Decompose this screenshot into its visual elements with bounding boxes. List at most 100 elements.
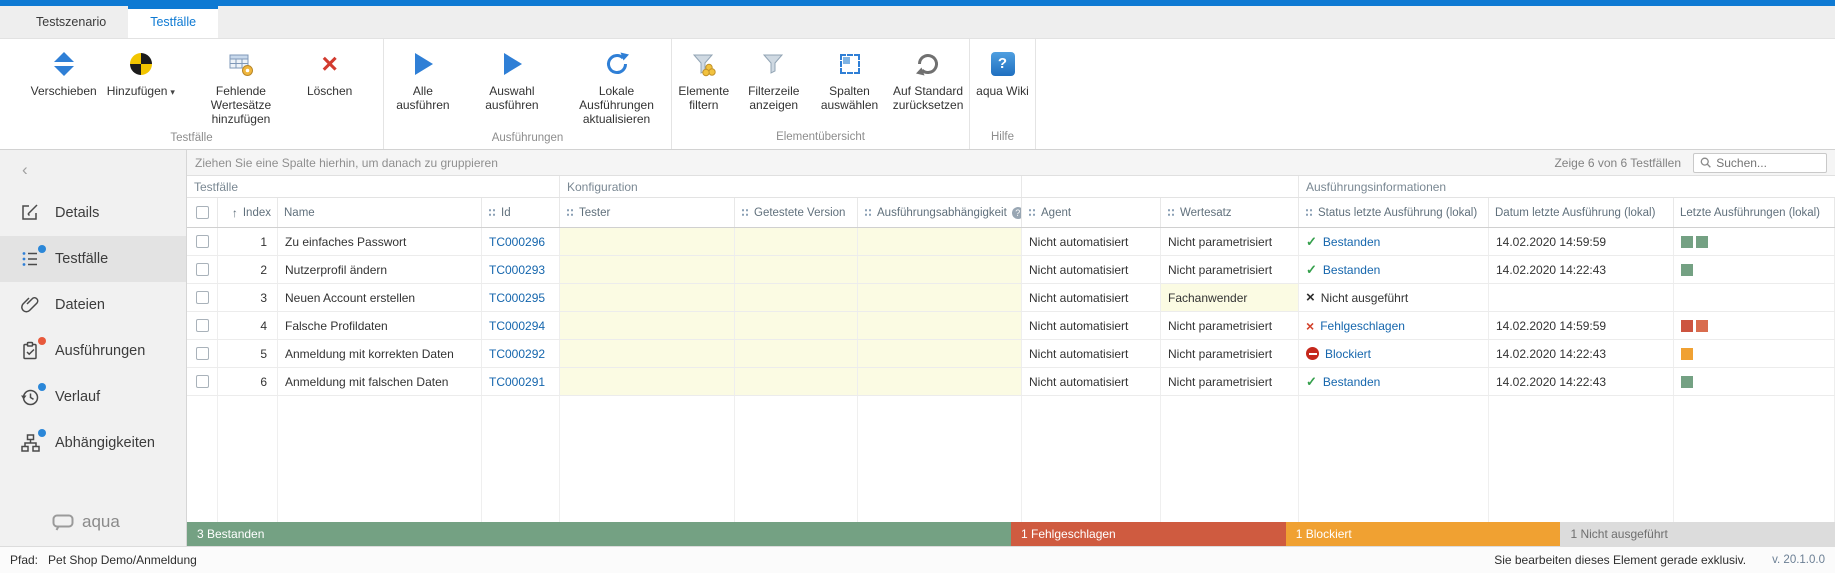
status-link[interactable]: Bestanden — [1323, 263, 1380, 277]
testcase-id-link[interactable]: TC000296 — [489, 235, 545, 249]
testcase-id-link[interactable]: TC000293 — [489, 263, 545, 277]
header-label: Agent — [1041, 207, 1071, 219]
sidebar-item-details[interactable]: Details — [0, 190, 186, 236]
status-link[interactable]: Bestanden — [1323, 235, 1380, 249]
row-checkbox[interactable] — [196, 375, 209, 388]
cell-tester[interactable] — [560, 256, 735, 283]
table-row[interactable]: 3 Neuen Account erstellen TC000295 Nicht… — [187, 284, 1835, 312]
sidebar-item-ausfuehrungen[interactable]: Ausführungen — [0, 328, 186, 374]
row-checkbox[interactable] — [196, 263, 209, 276]
header-agent[interactable]: Agent — [1022, 198, 1161, 227]
header-label: Status letzte Ausführung (lokal) — [1318, 207, 1477, 219]
search-box[interactable] — [1693, 153, 1827, 173]
header-letzte-ausfuehrungen[interactable]: Letzte Ausführungen (lokal) — [1674, 198, 1835, 227]
cell-ausfuehrungsabhaengigkeit[interactable] — [858, 340, 1022, 367]
row-checkbox[interactable] — [196, 291, 209, 304]
edit-icon — [18, 201, 42, 225]
sidebar-item-testfaelle[interactable]: Testfälle — [0, 236, 186, 282]
filter-glyph-icon — [488, 208, 496, 217]
status-bar: Pfad: Pet Shop Demo/Anmeldung Sie bearbe… — [0, 546, 1835, 573]
cell-tester[interactable] — [560, 228, 735, 255]
sidebar-item-dateien[interactable]: Dateien — [0, 282, 186, 328]
cell-tester[interactable] — [560, 312, 735, 339]
header-index[interactable]: ↑Index — [218, 198, 278, 227]
cell-id: TC000292 — [482, 340, 560, 367]
header-status-letzte-ausfuehrung[interactable]: Status letzte Ausführung (lokal) — [1299, 198, 1489, 227]
table-row[interactable]: 1 Zu einfaches Passwort TC000296 Nicht a… — [187, 228, 1835, 256]
cell-ausfuehrungsabhaengigkeit[interactable] — [858, 368, 1022, 395]
filter-row-icon — [761, 47, 786, 81]
cell-index: 6 — [218, 368, 278, 395]
search-input[interactable] — [1716, 156, 1820, 170]
tab-testszenario[interactable]: Testszenario — [14, 6, 128, 38]
run-selection-button[interactable]: Auswahl ausführen — [462, 45, 562, 115]
table-row[interactable]: 4 Falsche Profildaten TC000294 Nicht aut… — [187, 312, 1835, 340]
cell-getestete-version[interactable] — [735, 368, 858, 395]
header-ausfuehrungsabhaengigkeit[interactable]: Ausführungsabhängigkeit? — [858, 198, 1022, 227]
sidebar-item-abhaengigkeiten[interactable]: Abhängigkeiten — [0, 420, 186, 466]
row-checkbox[interactable] — [196, 347, 209, 360]
add-missing-valuesets-button[interactable]: Fehlende Wertesätze hinzufügen — [180, 45, 302, 128]
tab-testfaelle[interactable]: Testfälle — [128, 6, 218, 38]
refresh-local-executions-button[interactable]: Lokale Ausführungen aktualisieren — [562, 45, 671, 128]
cell-history — [1674, 284, 1835, 311]
cell-ausfuehrungsabhaengigkeit[interactable] — [858, 228, 1022, 255]
sidebar-collapse-button[interactable]: ‹ — [0, 150, 186, 190]
search-icon — [1700, 156, 1711, 169]
document-tab-bar: Testszenario Testfälle — [0, 6, 1835, 39]
filter-glyph-icon — [566, 208, 574, 217]
header-id[interactable]: Id — [482, 198, 560, 227]
row-checkbox[interactable] — [196, 235, 209, 248]
aqua-logo-text: aqua — [82, 512, 120, 532]
testcase-id-link[interactable]: TC000295 — [489, 291, 545, 305]
status-link[interactable]: Fehlgeschlagen — [1320, 319, 1405, 333]
header-datum-letzte-ausfuehrung[interactable]: Datum letzte Ausführung (lokal) — [1489, 198, 1674, 227]
cell-ausfuehrungsabhaengigkeit[interactable] — [858, 256, 1022, 283]
filter-elements-button[interactable]: Elemente filtern — [672, 45, 736, 115]
cell-tester[interactable] — [560, 284, 735, 311]
cell-name: Nutzerprofil ändern — [278, 256, 482, 283]
sidebar-item-verlauf[interactable]: Verlauf — [0, 374, 186, 420]
move-icon — [51, 47, 77, 81]
cell-agent: Nicht automatisiert — [1022, 312, 1161, 339]
aqua-wiki-button[interactable]: ? aqua Wiki — [971, 45, 1034, 101]
status-link[interactable]: Blockiert — [1325, 347, 1371, 361]
select-columns-button[interactable]: Spalten auswählen — [812, 45, 887, 115]
cell-getestete-version[interactable] — [735, 256, 858, 283]
row-checkbox[interactable] — [196, 319, 209, 332]
testcase-id-link[interactable]: TC000291 — [489, 375, 545, 389]
delete-button[interactable]: × Löschen — [302, 45, 357, 101]
filter-glyph-icon — [864, 208, 872, 217]
show-filter-row-button[interactable]: Filterzeile anzeigen — [736, 45, 812, 115]
header-select-all[interactable] — [187, 198, 218, 227]
testcase-id-link[interactable]: TC000294 — [489, 319, 545, 333]
status-link[interactable]: Bestanden — [1323, 375, 1380, 389]
testcase-id-link[interactable]: TC000292 — [489, 347, 545, 361]
table-row[interactable]: 2 Nutzerprofil ändern TC000293 Nicht aut… — [187, 256, 1835, 284]
cell-getestete-version[interactable] — [735, 284, 858, 311]
header-getestete-version[interactable]: Getestete Version — [735, 198, 858, 227]
cell-ausfuehrungsabhaengigkeit[interactable] — [858, 312, 1022, 339]
button-label: Löschen — [307, 85, 352, 99]
status-link[interactable]: Nicht ausgeführt — [1321, 291, 1408, 305]
notification-badge — [38, 383, 46, 391]
reset-default-button[interactable]: Auf Standard zurücksetzen — [887, 45, 969, 115]
cell-tester[interactable] — [560, 340, 735, 367]
cell-ausfuehrungsabhaengigkeit[interactable] — [858, 284, 1022, 311]
select-all-checkbox[interactable] — [196, 206, 209, 219]
header-tester[interactable]: Tester — [560, 198, 735, 227]
help-icon[interactable]: ? — [1012, 207, 1022, 219]
cell-getestete-version[interactable] — [735, 340, 858, 367]
move-button[interactable]: Verschieben — [26, 45, 102, 101]
run-all-button[interactable]: Alle ausführen — [384, 45, 462, 115]
cell-getestete-version[interactable] — [735, 312, 858, 339]
table-row[interactable]: 5 Anmeldung mit korrekten Daten TC000292… — [187, 340, 1835, 368]
cell-name: Anmeldung mit falschen Daten — [278, 368, 482, 395]
add-button[interactable]: Hinzufügen ▾ — [102, 45, 180, 101]
cell-getestete-version[interactable] — [735, 228, 858, 255]
status-icon: × — [1306, 318, 1314, 334]
header-name[interactable]: Name — [278, 198, 482, 227]
header-wertesatz[interactable]: Wertesatz — [1161, 198, 1299, 227]
table-row[interactable]: 6 Anmeldung mit falschen Daten TC000291 … — [187, 368, 1835, 396]
cell-tester[interactable] — [560, 368, 735, 395]
